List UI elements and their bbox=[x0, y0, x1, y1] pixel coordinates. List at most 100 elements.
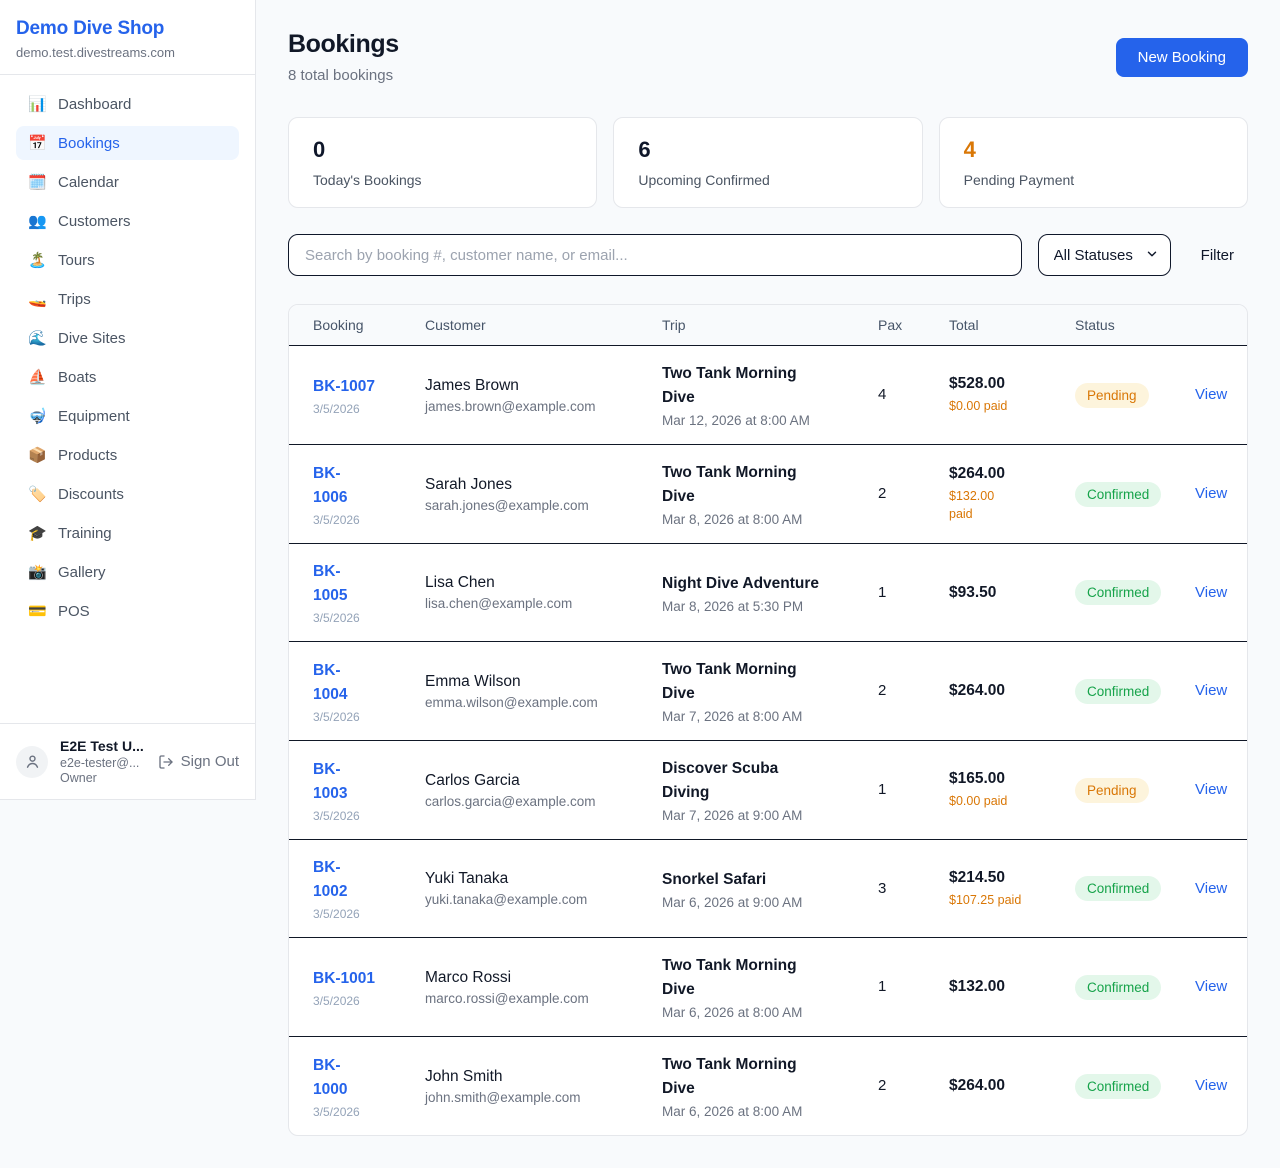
booking-link[interactable]: BK-1001 bbox=[313, 967, 375, 991]
sidebar-item-products[interactable]: 📦 Products bbox=[16, 438, 239, 472]
customer-email: john.smith@example.com bbox=[425, 1090, 638, 1105]
pax-count: 2 bbox=[878, 682, 886, 699]
filter-button[interactable]: Filter bbox=[1187, 247, 1248, 264]
dive-sites-icon: 🌊 bbox=[28, 329, 46, 347]
pax-count: 1 bbox=[878, 781, 886, 798]
status-select[interactable]: All Statuses bbox=[1038, 234, 1171, 276]
sidebar-item-customers[interactable]: 👥 Customers bbox=[16, 204, 239, 238]
search-input[interactable] bbox=[288, 234, 1022, 276]
status-badge: Confirmed bbox=[1075, 482, 1161, 507]
sidebar-item-dashboard[interactable]: 📊 Dashboard bbox=[16, 87, 239, 121]
tours-icon: 🏝️ bbox=[28, 251, 46, 269]
stat-card: 4 Pending Payment bbox=[939, 117, 1248, 208]
sign-out-button[interactable]: Sign Out bbox=[158, 753, 239, 770]
pax-count: 3 bbox=[878, 880, 886, 897]
stats-row: 0 Today's Bookings 6 Upcoming Confirmed … bbox=[288, 117, 1248, 208]
page-subtitle: 8 total bookings bbox=[288, 67, 399, 84]
table-row: BK- 1006 3/5/2026 Sarah Jones sarah.jone… bbox=[289, 445, 1247, 544]
customer-email: emma.wilson@example.com bbox=[425, 695, 638, 710]
view-link[interactable]: View bbox=[1195, 584, 1227, 601]
booking-link[interactable]: BK- 1003 bbox=[313, 758, 347, 806]
sidebar-item-label: Training bbox=[58, 525, 112, 542]
dashboard-icon: 📊 bbox=[28, 95, 46, 113]
view-link[interactable]: View bbox=[1195, 880, 1227, 897]
sidebar-item-equipment[interactable]: 🤿 Equipment bbox=[16, 399, 239, 433]
trip-date: Mar 12, 2026 at 8:00 AM bbox=[662, 413, 854, 428]
paid-amount: $107.25 paid bbox=[949, 891, 1051, 909]
customer-name: Sarah Jones bbox=[425, 476, 638, 494]
view-link[interactable]: View bbox=[1195, 682, 1227, 699]
stat-card: 0 Today's Bookings bbox=[288, 117, 597, 208]
view-link[interactable]: View bbox=[1195, 485, 1227, 502]
paid-amount: $132.00 paid bbox=[949, 487, 1051, 523]
sidebar-item-tours[interactable]: 🏝️ Tours bbox=[16, 243, 239, 277]
page-title-block: Bookings 8 total bookings bbox=[288, 30, 399, 84]
customer-email: james.brown@example.com bbox=[425, 399, 638, 414]
sidebar-item-calendar[interactable]: 🗓️ Calendar bbox=[16, 165, 239, 199]
trip-date: Mar 6, 2026 at 9:00 AM bbox=[662, 895, 854, 910]
status-badge: Confirmed bbox=[1075, 679, 1161, 704]
trip-date: Mar 6, 2026 at 8:00 AM bbox=[662, 1104, 854, 1119]
sign-out-label: Sign Out bbox=[181, 753, 239, 770]
user-name: E2E Test U... bbox=[60, 738, 146, 754]
booking-link[interactable]: BK- 1005 bbox=[313, 560, 347, 608]
booking-link[interactable]: BK- 1004 bbox=[313, 659, 347, 707]
column-header-actions bbox=[1183, 305, 1247, 346]
bookings-table: BookingCustomerTripPaxTotalStatus BK-100… bbox=[289, 305, 1247, 1135]
sidebar-item-bookings[interactable]: 📅 Bookings bbox=[16, 126, 239, 160]
brand-block: Demo Dive Shop demo.test.divestreams.com bbox=[0, 0, 255, 75]
sidebar-item-gallery[interactable]: 📸 Gallery bbox=[16, 555, 239, 589]
stat-card: 6 Upcoming Confirmed bbox=[613, 117, 922, 208]
view-link[interactable]: View bbox=[1195, 781, 1227, 798]
sidebar-item-discounts[interactable]: 🏷️ Discounts bbox=[16, 477, 239, 511]
column-header-customer: Customer bbox=[413, 305, 650, 346]
pax-count: 1 bbox=[878, 978, 886, 995]
products-icon: 📦 bbox=[28, 446, 46, 464]
booking-link[interactable]: BK- 1006 bbox=[313, 462, 347, 510]
booking-date: 3/5/2026 bbox=[313, 809, 401, 823]
customer-name: Emma Wilson bbox=[425, 673, 638, 691]
bookings-icon: 📅 bbox=[28, 134, 46, 152]
table-row: BK-1007 3/5/2026 James Brown james.brown… bbox=[289, 346, 1247, 445]
table-header: BookingCustomerTripPaxTotalStatus bbox=[289, 305, 1247, 346]
trip-name: Discover Scuba Diving bbox=[662, 757, 854, 805]
total-amount: $93.50 bbox=[949, 584, 1051, 602]
pax-count: 2 bbox=[878, 1077, 886, 1094]
customer-email: marco.rossi@example.com bbox=[425, 991, 638, 1006]
customer-email: lisa.chen@example.com bbox=[425, 596, 638, 611]
status-badge: Confirmed bbox=[1075, 975, 1161, 1000]
pax-count: 4 bbox=[878, 386, 886, 403]
view-link[interactable]: View bbox=[1195, 1077, 1227, 1094]
sidebar-item-boats[interactable]: ⛵ Boats bbox=[16, 360, 239, 394]
sidebar-item-label: Boats bbox=[58, 369, 96, 386]
sidebar-item-pos[interactable]: 💳 POS bbox=[16, 594, 239, 628]
view-link[interactable]: View bbox=[1195, 978, 1227, 995]
status-select-wrap: All Statuses bbox=[1038, 234, 1171, 276]
sidebar-item-dive-sites[interactable]: 🌊 Dive Sites bbox=[16, 321, 239, 355]
sidebar-item-trips[interactable]: 🚤 Trips bbox=[16, 282, 239, 316]
customer-name: John Smith bbox=[425, 1068, 638, 1086]
table-row: BK- 1003 3/5/2026 Carlos Garcia carlos.g… bbox=[289, 741, 1247, 840]
booking-link[interactable]: BK- 1002 bbox=[313, 856, 347, 904]
sidebar: Demo Dive Shop demo.test.divestreams.com… bbox=[0, 0, 256, 800]
booking-link[interactable]: BK-1007 bbox=[313, 375, 375, 399]
sidebar-item-training[interactable]: 🎓 Training bbox=[16, 516, 239, 550]
booking-date: 3/5/2026 bbox=[313, 1105, 401, 1119]
trip-name: Two Tank Morning Dive bbox=[662, 1053, 854, 1101]
new-booking-button[interactable]: New Booking bbox=[1116, 38, 1248, 77]
paid-amount: $0.00 paid bbox=[949, 792, 1051, 810]
controls-row: All Statuses Filter bbox=[288, 234, 1248, 276]
stat-value: 0 bbox=[313, 137, 572, 163]
sidebar-item-label: Dashboard bbox=[58, 96, 131, 113]
column-header-pax: Pax bbox=[866, 305, 937, 346]
view-link[interactable]: View bbox=[1195, 386, 1227, 403]
user-email: e2e-tester@... bbox=[60, 756, 146, 770]
customer-email: carlos.garcia@example.com bbox=[425, 794, 638, 809]
brand-name: Demo Dive Shop bbox=[16, 18, 239, 40]
column-header-trip: Trip bbox=[650, 305, 866, 346]
pos-icon: 💳 bbox=[28, 602, 46, 620]
column-header-total: Total bbox=[937, 305, 1063, 346]
avatar bbox=[16, 746, 48, 778]
trip-name: Two Tank Morning Dive bbox=[662, 461, 854, 509]
booking-link[interactable]: BK- 1000 bbox=[313, 1054, 347, 1102]
